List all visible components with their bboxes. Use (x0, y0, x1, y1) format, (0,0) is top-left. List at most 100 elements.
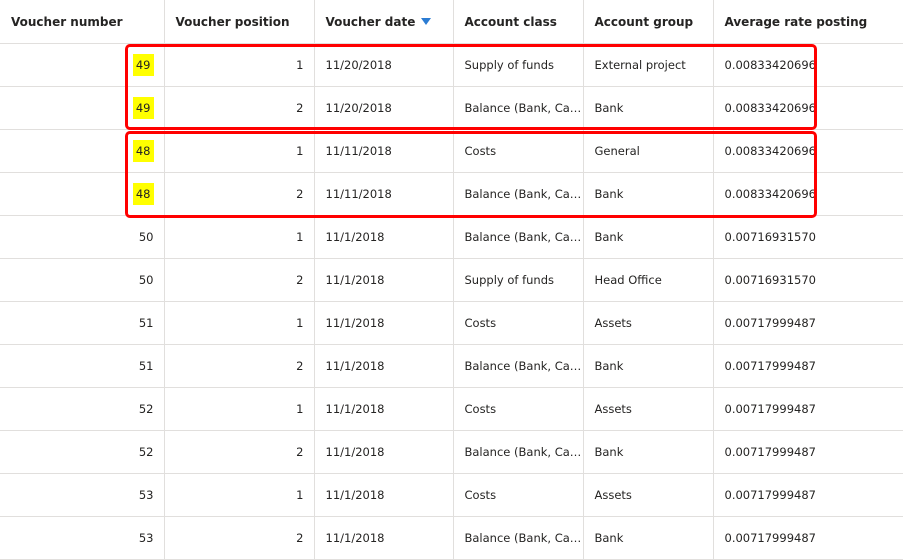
col-header-label: Voucher position (175, 14, 290, 29)
cell-value: Costs (464, 488, 497, 502)
account-group-cell[interactable]: Bank (583, 430, 714, 474)
cell-value: Head Office (594, 273, 662, 287)
col-header-voucher-date[interactable]: Voucher date (314, 0, 454, 44)
cell-value: 0.00717999487 (724, 531, 816, 545)
voucher-number-cell[interactable]: 53 (0, 516, 165, 560)
voucher-date-cell[interactable]: 11/1/2018 (314, 430, 454, 474)
voucher-position-cell[interactable]: 1 (164, 215, 315, 259)
col-header-label: Average rate posting (724, 14, 868, 29)
cell-value: 11/1/2018 (325, 402, 385, 416)
account-class-cell[interactable]: Costs (453, 301, 584, 345)
cell-value: 0.00717999487 (724, 359, 816, 373)
table-row[interactable]: 51 2 11/1/2018 Balance (Bank, Cas... Bank 0.0… (0, 344, 903, 388)
cell-value: Costs (464, 316, 497, 330)
cell-value: 53 (138, 531, 154, 545)
cell-value: Costs (464, 402, 497, 416)
cell-value: 2 (296, 273, 304, 287)
voucher-number-cell[interactable]: 52 (0, 430, 165, 474)
voucher-date-cell[interactable]: 11/1/2018 (314, 473, 454, 517)
cell-value: 0.00717999487 (724, 316, 816, 330)
highlight-box-voucher-48 (125, 131, 817, 218)
cell-value: 2 (296, 359, 304, 373)
voucher-number-cell[interactable]: 53 (0, 473, 165, 517)
cell-value: 53 (138, 488, 154, 502)
account-group-cell[interactable]: Assets (583, 301, 714, 345)
cell-value: 1 (296, 488, 304, 502)
voucher-date-cell[interactable]: 11/1/2018 (314, 258, 454, 302)
cell-value: 11/1/2018 (325, 445, 385, 459)
table-row[interactable]: 53 2 11/1/2018 Balance (Bank, Cas... Bank 0.0… (0, 516, 903, 560)
account-class-cell[interactable]: Balance (Bank, Cas... (453, 344, 584, 388)
cell-value: 0.00716931570 (724, 230, 816, 244)
col-header-voucher-position[interactable]: Voucher position (164, 0, 315, 44)
account-group-cell[interactable]: Head Office (583, 258, 714, 302)
cell-value: Assets (594, 402, 632, 416)
voucher-number-cell[interactable]: 51 (0, 301, 165, 345)
account-class-cell[interactable]: Costs (453, 387, 584, 431)
highlight-box-voucher-49 (125, 44, 817, 130)
account-class-cell[interactable]: Costs (453, 473, 584, 517)
col-header-label: Voucher date (325, 14, 416, 29)
account-group-cell[interactable]: Bank (583, 344, 714, 388)
col-header-label: Account class (464, 14, 557, 29)
cell-value: 11/1/2018 (325, 359, 385, 373)
voucher-number-cell[interactable]: 51 (0, 344, 165, 388)
voucher-number-cell[interactable]: 50 (0, 258, 165, 302)
col-header-account-class[interactable]: Account class (453, 0, 584, 44)
cell-value: 51 (138, 359, 154, 373)
voucher-date-cell[interactable]: 11/1/2018 (314, 387, 454, 431)
average-rate-cell[interactable]: 0.00716931570 (713, 258, 903, 302)
average-rate-cell[interactable]: 0.00717999487 (713, 516, 903, 560)
cell-value: Supply of funds (464, 273, 555, 287)
account-group-cell[interactable]: Assets (583, 387, 714, 431)
cell-value: 50 (138, 230, 154, 244)
col-header-account-group[interactable]: Account group (583, 0, 714, 44)
voucher-number-cell[interactable]: 52 (0, 387, 165, 431)
account-group-cell[interactable]: Bank (583, 516, 714, 560)
average-rate-cell[interactable]: 0.00717999487 (713, 344, 903, 388)
col-header-label: Account group (594, 14, 694, 29)
col-header-average-rate-posting[interactable]: Average rate posting (713, 0, 903, 44)
cell-value: Bank (594, 230, 624, 244)
table-row[interactable]: 50 2 11/1/2018 Supply of funds Head Office 0.… (0, 258, 903, 302)
voucher-position-cell[interactable]: 1 (164, 387, 315, 431)
table-row[interactable]: 52 1 11/1/2018 Costs Assets 0.00717999487 (0, 387, 903, 431)
table-row[interactable]: 52 2 11/1/2018 Balance (Bank, Cas... Bank 0.0… (0, 430, 903, 474)
voucher-date-cell[interactable]: 11/1/2018 (314, 516, 454, 560)
voucher-position-cell[interactable]: 1 (164, 301, 315, 345)
voucher-date-cell[interactable]: 11/1/2018 (314, 344, 454, 388)
cell-value: 11/1/2018 (325, 316, 385, 330)
voucher-date-cell[interactable]: 11/1/2018 (314, 301, 454, 345)
table-row[interactable]: 50 1 11/1/2018 Balance (Bank, Cas... Bank 0.0… (0, 215, 903, 259)
col-header-voucher-number[interactable]: Voucher number (0, 0, 165, 44)
cell-value: Bank (594, 359, 624, 373)
cell-value: 11/1/2018 (325, 273, 385, 287)
voucher-position-cell[interactable]: 2 (164, 516, 315, 560)
cell-value: Bank (594, 531, 624, 545)
voucher-position-cell[interactable]: 2 (164, 430, 315, 474)
account-class-cell[interactable]: Balance (Bank, Cas... (453, 430, 584, 474)
table-row[interactable]: 51 1 11/1/2018 Costs Assets 0.00717999487 (0, 301, 903, 345)
cell-value: 0.00717999487 (724, 402, 816, 416)
average-rate-cell[interactable]: 0.00717999487 (713, 473, 903, 517)
average-rate-cell[interactable]: 0.00717999487 (713, 387, 903, 431)
voucher-position-cell[interactable]: 1 (164, 473, 315, 517)
voucher-position-cell[interactable]: 2 (164, 344, 315, 388)
average-rate-cell[interactable]: 0.00717999487 (713, 301, 903, 345)
account-group-cell[interactable]: Assets (583, 473, 714, 517)
sort-descending-icon[interactable] (421, 17, 432, 25)
account-class-cell[interactable]: Supply of funds (453, 258, 584, 302)
voucher-number-cell[interactable]: 50 (0, 215, 165, 259)
account-group-cell[interactable]: Bank (583, 215, 714, 259)
cell-value: 0.00717999487 (724, 488, 816, 502)
voucher-position-cell[interactable]: 2 (164, 258, 315, 302)
voucher-date-cell[interactable]: 11/1/2018 (314, 215, 454, 259)
cell-value: Bank (594, 445, 624, 459)
table-row[interactable]: 53 1 11/1/2018 Costs Assets 0.00717999487 (0, 473, 903, 517)
cell-value: Balance (Bank, Cas... (464, 230, 583, 244)
account-class-cell[interactable]: Balance (Bank, Cas... (453, 215, 584, 259)
cell-value: Balance (Bank, Cas... (464, 531, 583, 545)
account-class-cell[interactable]: Balance (Bank, Cas... (453, 516, 584, 560)
average-rate-cell[interactable]: 0.00716931570 (713, 215, 903, 259)
average-rate-cell[interactable]: 0.00717999487 (713, 430, 903, 474)
